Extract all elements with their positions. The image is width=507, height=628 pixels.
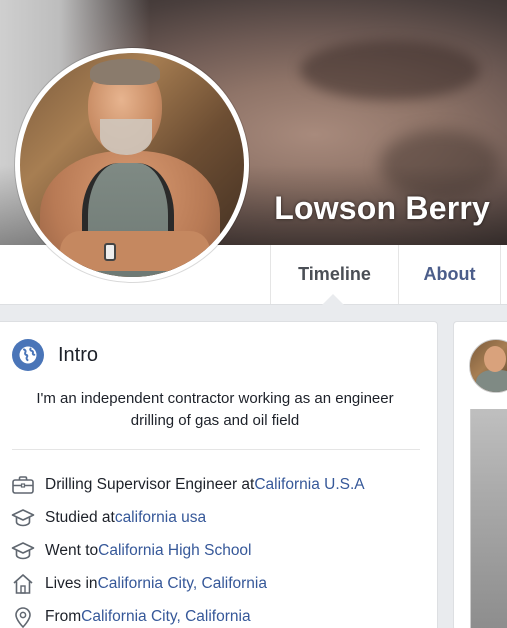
tab-next-partial[interactable] — [500, 245, 507, 304]
intro-card: Intro I'm an independent contractor work… — [0, 321, 438, 628]
profile-picture[interactable] — [15, 48, 249, 282]
intro-item-from: From California City, California — [10, 600, 430, 628]
graduation-cap-icon — [10, 539, 36, 563]
active-tab-indicator — [322, 294, 344, 305]
hometown-link[interactable]: California City, California — [81, 608, 250, 626]
intro-item-text: Lives in — [45, 574, 98, 592]
post-author-avatar[interactable] — [469, 339, 507, 393]
intro-header: Intro — [12, 339, 98, 371]
intro-details-list: Drilling Supervisor Engineer at Californ… — [10, 468, 430, 628]
profile-name[interactable]: Lowson Berry — [274, 190, 490, 227]
location-pin-icon — [10, 605, 36, 628]
globe-icon — [12, 339, 44, 371]
timeline-post-card — [453, 321, 507, 628]
college-link[interactable]: california usa — [115, 509, 206, 527]
intro-item-school: Went to California High School — [10, 534, 430, 567]
intro-bio: I'm an independent contractor working as… — [36, 390, 394, 429]
briefcase-icon — [10, 473, 36, 497]
divider — [12, 449, 420, 450]
intro-item-text: Drilling Supervisor Engineer at — [45, 475, 255, 493]
graduation-cap-icon — [10, 506, 36, 530]
intro-item-text: Studied at — [45, 508, 115, 526]
home-icon — [10, 572, 36, 596]
intro-item-lives: Lives in California City, California — [10, 567, 430, 600]
intro-item-text: Went to — [45, 541, 99, 559]
post-image[interactable] — [470, 409, 507, 628]
tab-about[interactable]: About — [398, 245, 500, 304]
employer-link[interactable]: California U.S.A — [254, 476, 364, 494]
current-city-link[interactable]: California City, California — [98, 575, 267, 593]
intro-item-text: From — [45, 607, 82, 625]
intro-title: Intro — [58, 343, 99, 366]
intro-item-work: Drilling Supervisor Engineer at Californ… — [10, 468, 430, 501]
intro-item-college: Studied at california usa — [10, 501, 430, 534]
high-school-link[interactable]: California High School — [98, 542, 251, 560]
